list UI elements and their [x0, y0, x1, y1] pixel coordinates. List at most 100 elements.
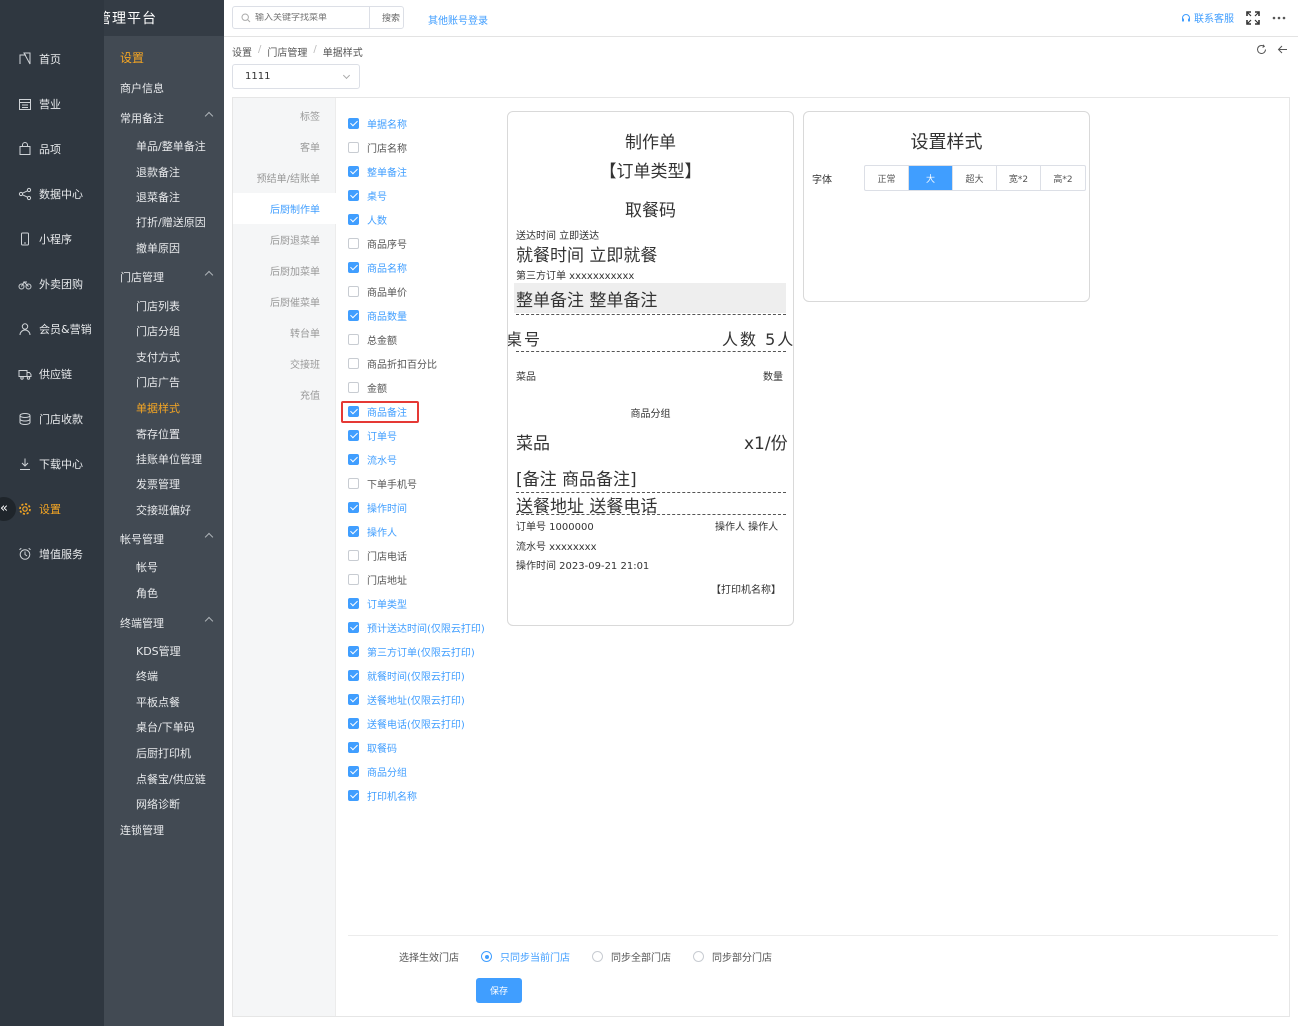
- nav-subitem[interactable]: KDS管理: [104, 639, 224, 663]
- search-button[interactable]: 搜索: [382, 11, 400, 24]
- field-checkbox[interactable]: 门店电话: [348, 547, 407, 563]
- nav-subitem[interactable]: 发票管理: [104, 472, 224, 496]
- nav-subitem[interactable]: 点餐宝/供应链: [104, 767, 224, 791]
- field-checkbox[interactable]: 操作人: [348, 523, 397, 539]
- field-checkbox[interactable]: 单据名称: [348, 115, 407, 131]
- nav-subitem[interactable]: 帐号: [104, 555, 224, 579]
- store-scope-radio[interactable]: 只同步当前门店: [481, 949, 570, 964]
- field-checkbox[interactable]: 打印机名称: [348, 787, 417, 803]
- nav-subitem[interactable]: 支付方式: [104, 345, 224, 369]
- nav-group[interactable]: 连锁管理: [104, 818, 224, 842]
- nav-item[interactable]: 小程序: [0, 216, 104, 261]
- field-checkbox[interactable]: 商品单价: [348, 283, 407, 299]
- font-size-option[interactable]: 高*2: [1041, 166, 1085, 190]
- store-scope-radio[interactable]: 同步部分门店: [693, 949, 772, 964]
- other-account-login-link[interactable]: 其他账号登录: [428, 12, 488, 27]
- save-button[interactable]: 保存: [476, 978, 522, 1003]
- search-input[interactable]: [255, 12, 355, 23]
- receipt-type-tab[interactable]: 转台单: [233, 317, 336, 348]
- breadcrumb-item[interactable]: 门店管理: [267, 44, 307, 59]
- refresh-icon[interactable]: [1256, 44, 1267, 55]
- nav-item[interactable]: 营业: [0, 81, 104, 126]
- nav-subitem[interactable]: 寄存位置: [104, 422, 224, 446]
- more-icon[interactable]: [1272, 11, 1286, 25]
- receipt-type-tab[interactable]: 后厨退菜单: [233, 224, 336, 255]
- nav-item[interactable]: 首页: [0, 36, 104, 81]
- back-arrow-icon[interactable]: [1277, 44, 1288, 55]
- field-checkbox[interactable]: 商品分组: [348, 763, 407, 779]
- field-checkbox[interactable]: 总金额: [348, 331, 397, 347]
- nav-subitem[interactable]: 打折/赠送原因: [104, 210, 224, 234]
- receipt-type-tab[interactable]: 预结单/结账单: [233, 162, 336, 193]
- fullscreen-icon[interactable]: [1246, 10, 1260, 25]
- nav-item[interactable]: 供应链: [0, 351, 104, 396]
- field-checkbox[interactable]: 操作时间: [348, 499, 407, 515]
- field-checkbox[interactable]: 商品名称: [348, 259, 407, 275]
- receipt-type-tab[interactable]: 充值: [233, 379, 336, 410]
- store-select[interactable]: 1111: [232, 64, 360, 89]
- nav-subitem[interactable]: 终端: [104, 664, 224, 688]
- nav-subitem[interactable]: 退菜备注: [104, 185, 224, 209]
- font-size-option[interactable]: 大: [909, 166, 953, 190]
- field-checkbox[interactable]: 下单手机号: [348, 475, 417, 491]
- nav-subitem[interactable]: 撤单原因: [104, 236, 224, 260]
- receipt-type-tab[interactable]: 标签: [233, 100, 336, 131]
- nav-subitem[interactable]: 交接班偏好: [104, 498, 224, 522]
- field-checkbox[interactable]: 取餐码: [348, 739, 397, 755]
- field-checkbox[interactable]: 送餐地址(仅限云打印): [348, 691, 465, 707]
- nav-subitem[interactable]: 挂账单位管理: [104, 447, 224, 471]
- field-checkbox[interactable]: 第三方订单(仅限云打印): [348, 643, 475, 659]
- receipt-type-tab[interactable]: 交接班: [233, 348, 336, 379]
- receipt-type-tab[interactable]: 后厨制作单: [233, 193, 336, 224]
- field-checkbox[interactable]: 订单号: [348, 427, 397, 443]
- field-checkbox[interactable]: 人数: [348, 211, 387, 227]
- contact-support-link[interactable]: 联系客服: [1181, 10, 1234, 25]
- receipt-type-tab[interactable]: 客单: [233, 131, 336, 162]
- field-checkbox[interactable]: 就餐时间(仅限云打印): [348, 667, 465, 683]
- field-checkbox[interactable]: 门店名称: [348, 139, 407, 155]
- field-checkbox[interactable]: 桌号: [348, 187, 387, 203]
- nav-subitem[interactable]: 门店广告: [104, 370, 224, 394]
- nav-subitem[interactable]: 角色: [104, 581, 224, 605]
- nav-item[interactable]: 设置 «: [0, 486, 104, 531]
- field-checkbox[interactable]: 门店地址: [348, 571, 407, 587]
- nav-subitem[interactable]: 后厨打印机: [104, 741, 224, 765]
- field-checkbox[interactable]: 订单类型: [348, 595, 407, 611]
- nav-item[interactable]: 增值服务: [0, 531, 104, 576]
- nav-subitem[interactable]: 网络诊断: [104, 792, 224, 816]
- nav-group[interactable]: 常用备注: [104, 106, 224, 130]
- nav-item[interactable]: 会员&营销: [0, 306, 104, 351]
- field-checkbox[interactable]: 金额: [348, 379, 387, 395]
- font-size-option[interactable]: 超大: [953, 166, 997, 190]
- field-checkbox[interactable]: 流水号: [348, 451, 397, 467]
- nav-subitem[interactable]: 单品/整单备注: [104, 134, 224, 158]
- nav-subitem[interactable]: 门店列表: [104, 294, 224, 318]
- nav-item[interactable]: 数据中心: [0, 171, 104, 216]
- breadcrumb-item[interactable]: 设置: [232, 44, 252, 59]
- field-checkbox[interactable]: 送餐电话(仅限云打印): [348, 715, 465, 731]
- nav-subitem[interactable]: 平板点餐: [104, 690, 224, 714]
- nav-subitem[interactable]: 单据样式: [104, 396, 224, 420]
- field-checkbox[interactable]: 商品数量: [348, 307, 407, 323]
- font-size-option[interactable]: 宽*2: [997, 166, 1041, 190]
- collapse-sidebar-icon[interactable]: «: [0, 496, 16, 521]
- nav-item[interactable]: 外卖团购: [0, 261, 104, 306]
- field-checkbox[interactable]: 商品折扣百分比: [348, 355, 437, 371]
- field-checkbox[interactable]: 预计送达时间(仅限云打印): [348, 619, 485, 635]
- nav-item[interactable]: 下载中心: [0, 441, 104, 486]
- nav-subitem[interactable]: 退款备注: [104, 160, 224, 184]
- nav-group[interactable]: 门店管理: [104, 265, 224, 289]
- nav-subitem[interactable]: 桌台/下单码: [104, 715, 224, 739]
- field-checkbox[interactable]: 商品序号: [348, 235, 407, 251]
- receipt-type-tab[interactable]: 后厨催菜单: [233, 286, 336, 317]
- nav-item[interactable]: 门店收款: [0, 396, 104, 441]
- receipt-type-tab[interactable]: 后厨加菜单: [233, 255, 336, 286]
- field-checkbox[interactable]: 整单备注: [348, 163, 407, 179]
- nav-item[interactable]: 品项: [0, 126, 104, 171]
- nav-group[interactable]: 帐号管理: [104, 527, 224, 551]
- font-size-option[interactable]: 正常: [865, 166, 909, 190]
- store-scope-radio[interactable]: 同步全部门店: [592, 949, 671, 964]
- nav-subitem[interactable]: 门店分组: [104, 319, 224, 343]
- nav-group[interactable]: 商户信息: [104, 76, 224, 100]
- nav-group[interactable]: 终端管理: [104, 611, 224, 635]
